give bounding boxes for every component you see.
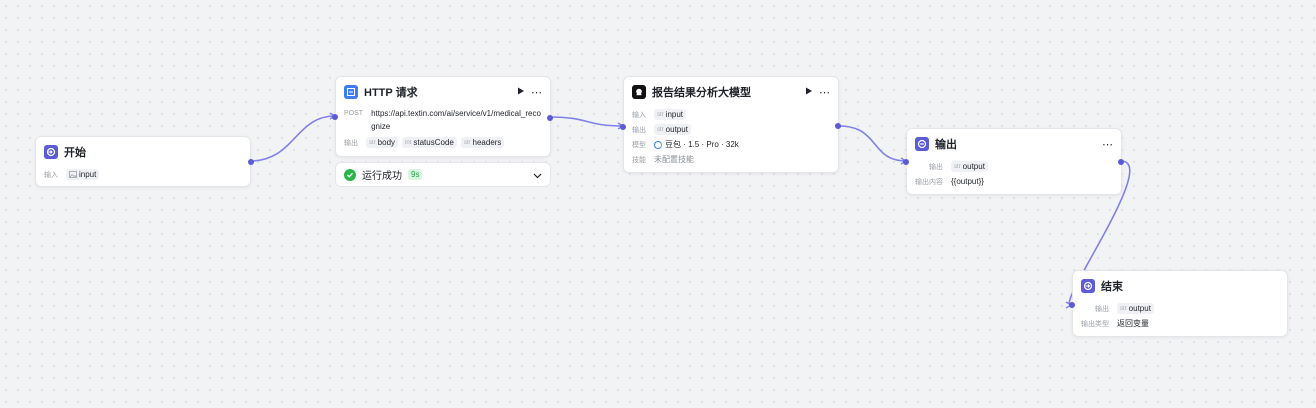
output-label: 输出 (1095, 305, 1109, 313)
node-title: 输出 (935, 139, 957, 151)
method-label: POST (344, 110, 364, 117)
workflow-edges (249, 112, 1131, 309)
start-node[interactable]: 开始 输入 input (35, 136, 254, 187)
http-input-port[interactable] (332, 114, 338, 120)
duration-badge: 9s (408, 169, 423, 180)
output-tag-headers: str headers (460, 137, 505, 148)
output-output-port[interactable] (1118, 159, 1124, 165)
content-label: 输出内容 (915, 178, 943, 186)
llm-input-port[interactable] (620, 124, 626, 130)
request-url: https://api.textin.com/ai/service/v1/med… (371, 109, 541, 131)
output-icon (915, 137, 929, 151)
more-icon[interactable]: ⋯ (531, 86, 542, 99)
output-input-port[interactable] (903, 159, 909, 165)
node-title: HTTP 请求 (364, 87, 418, 99)
input-variable-tag: input (66, 169, 100, 180)
output-tag: str output (654, 124, 691, 135)
skill-value: 未配置技能 (654, 155, 694, 164)
output-node[interactable]: 输出 ⋯ 输出 str output 输出内容 {{output}} (903, 128, 1124, 195)
input-tag: str input (654, 109, 687, 120)
edge-llm-to-output (838, 125, 908, 165)
more-icon[interactable]: ⋯ (819, 86, 830, 99)
model-value: 豆包 · 1.5 · Pro · 32k (665, 140, 739, 149)
skill-label: 技能 (632, 156, 646, 164)
output-tag: str output (951, 161, 988, 172)
end-input-port[interactable] (1069, 302, 1075, 308)
output-label: 输出 (929, 163, 943, 171)
http-output-port[interactable] (547, 115, 553, 121)
http-icon (344, 85, 358, 99)
doubao-icon (654, 140, 662, 149)
more-icon[interactable]: ⋯ (1102, 138, 1113, 151)
success-check-icon (344, 168, 356, 181)
chevron-down-icon[interactable] (533, 166, 542, 184)
output-tag: str output (1117, 303, 1154, 314)
llm-output-port[interactable] (835, 123, 841, 129)
content-value: {{output}} (951, 177, 984, 186)
enter-icon (44, 145, 58, 159)
run-icon[interactable] (805, 87, 813, 98)
end-node[interactable]: 结束 输出 str output 输出类型 返回变量 (1069, 270, 1288, 337)
output-label: 输出 (344, 139, 358, 147)
start-output-port[interactable] (248, 159, 254, 165)
input-label: 输入 (44, 171, 58, 179)
edge-http-to-llm (548, 116, 625, 130)
node-title: 报告结果分析大模型 (652, 87, 751, 99)
image-icon (69, 171, 77, 178)
node-title: 结束 (1101, 281, 1123, 293)
output-tag-body: str body (366, 137, 399, 148)
end-icon (1081, 279, 1095, 293)
type-label: 输出类型 (1081, 320, 1109, 328)
output-label: 输出 (632, 126, 646, 134)
model-icon (632, 85, 646, 99)
input-label: 输入 (632, 111, 646, 119)
model-label: 模型 (632, 141, 646, 149)
status-text: 运行成功 (362, 171, 402, 182)
run-icon[interactable] (517, 87, 525, 98)
run-status-bar[interactable]: 运行成功 9s (335, 162, 551, 187)
edge-start-to-http (249, 112, 337, 162)
type-value: 返回变量 (1117, 319, 1149, 328)
node-title: 开始 (64, 147, 86, 159)
http-request-node[interactable]: HTTP 请求 ⋯ POST https://api.textin.com/ai… (332, 76, 553, 157)
llm-node[interactable]: 报告结果分析大模型 ⋯ 输入 str input 输出 str output 模型 … (620, 76, 841, 173)
output-tag-statuscode: int statusCode (402, 137, 457, 148)
